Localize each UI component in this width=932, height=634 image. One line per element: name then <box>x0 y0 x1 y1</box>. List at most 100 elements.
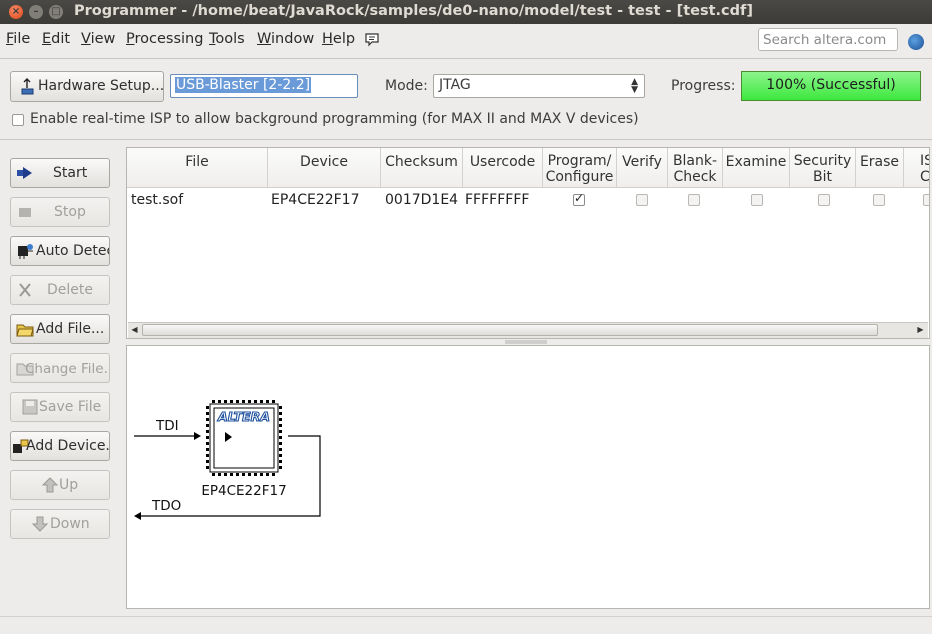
hardware-device-field[interactable]: USB-Blaster [2-2.2] <box>170 74 358 98</box>
down-arrow-icon <box>31 516 49 532</box>
security-bit-checkbox[interactable] <box>818 194 830 206</box>
start-button[interactable]: Start <box>10 158 110 188</box>
menu-edit-label: dit <box>51 31 71 47</box>
search-input[interactable] <box>763 32 893 48</box>
auto-detect-icon <box>18 244 33 259</box>
add-device-button[interactable]: Add Device... <box>10 431 110 461</box>
scroll-left-icon[interactable]: ◀ <box>128 324 141 336</box>
cell-file[interactable]: test.sof <box>131 192 183 208</box>
stop-icon <box>19 208 31 217</box>
column-header-security-bit[interactable]: Security Bit <box>790 148 856 188</box>
menu-tools[interactable]: Tools <box>209 31 245 47</box>
column-verify-label: Verify <box>622 154 662 170</box>
column-header-examine[interactable]: Examine <box>723 148 790 188</box>
chip-icon[interactable]: ALTERA <box>206 400 282 476</box>
menu-file[interactable]: File <box>6 31 30 47</box>
device-table: File Device Checksum Usercode Program/ C… <box>126 147 930 339</box>
progress-label: Progress: <box>671 78 736 94</box>
cell-usercode[interactable]: FFFFFFFF <box>465 192 529 208</box>
column-checksum-label: Checksum <box>385 154 458 170</box>
column-file-label: File <box>185 154 209 170</box>
scroll-right-icon[interactable]: ▶ <box>914 324 927 336</box>
erase-checkbox[interactable] <box>873 194 885 206</box>
progress-bar: 100% (Successful) <box>741 71 921 101</box>
start-label: Start <box>53 165 88 181</box>
add-file-button[interactable]: Add File... <box>10 314 110 344</box>
minimize-window-button[interactable]: – <box>29 5 43 19</box>
title-bar: × – □ Programmer - /home/beat/JavaRock/s… <box>0 0 932 24</box>
cell-checksum[interactable]: 0017D1E4 <box>385 192 458 208</box>
progress-text: 100% (Successful) <box>766 77 896 93</box>
menu-processing[interactable]: Processing <box>126 31 203 47</box>
add-file-label: Add File... <box>36 321 105 337</box>
verify-checkbox[interactable] <box>636 194 648 206</box>
up-button[interactable]: Up <box>10 470 110 500</box>
delete-label: Delete <box>47 282 93 298</box>
horizontal-scrollbar[interactable]: ◀ ▶ <box>128 322 928 338</box>
save-file-button[interactable]: Save File <box>10 392 110 422</box>
window-title: Programmer - /home/beat/JavaRock/samples… <box>74 3 753 19</box>
column-header-erase[interactable]: Erase <box>856 148 904 188</box>
column-header-verify[interactable]: Verify <box>617 148 668 188</box>
globe-icon[interactable] <box>908 34 924 50</box>
hardware-setup-label: Hardware Setup... <box>38 78 164 94</box>
menu-processing-label: rocessing <box>134 31 204 47</box>
column-header-device[interactable]: Device <box>268 148 381 188</box>
mode-value: JTAG <box>439 77 471 93</box>
help-topics-icon[interactable] <box>364 32 380 48</box>
column-header-isp-clamp[interactable]: ISP CLAMP <box>904 148 930 188</box>
menu-bar: File Edit View Processing Tools Window H… <box>0 24 932 56</box>
cell-device[interactable]: EP4CE22F17 <box>271 192 360 208</box>
column-isp-clamp-label: ISP CLAMP <box>920 153 930 185</box>
hardware-setup-button[interactable]: Hardware Setup... <box>10 71 164 102</box>
jtag-chain-diagram: ALTERA TDI TDO EP4CE22F17 <box>126 345 930 609</box>
column-header-file[interactable]: File <box>127 148 268 188</box>
column-header-usercode[interactable]: Usercode <box>463 148 543 188</box>
chip-name: EP4CE22F17 <box>201 483 286 499</box>
menu-window[interactable]: Window <box>257 31 314 47</box>
column-erase-label: Erase <box>859 154 900 170</box>
menu-view[interactable]: View <box>81 31 115 47</box>
examine-checkbox[interactable] <box>751 194 763 206</box>
change-file-button[interactable]: Change File... <box>10 353 110 383</box>
auto-detect-button[interactable]: Auto Detect <box>10 236 110 266</box>
menu-window-label: indow <box>271 31 315 47</box>
menu-file-label: ile <box>13 31 31 47</box>
column-header-program[interactable]: Program/ Configure <box>543 148 617 188</box>
menu-help-label: elp <box>332 31 356 47</box>
mode-label: Mode: <box>385 78 428 94</box>
delete-button[interactable]: Delete <box>10 275 110 305</box>
down-button[interactable]: Down <box>10 509 110 539</box>
updown-arrows-icon: ▲ ▼ <box>631 77 638 95</box>
blank-check-checkbox[interactable] <box>688 194 700 206</box>
mode-select[interactable]: JTAG ▲ ▼ <box>433 74 645 98</box>
column-blank-check-label: Blank- Check <box>672 153 718 185</box>
maximize-window-button[interactable]: □ <box>49 5 63 19</box>
stop-button[interactable]: Stop <box>10 197 110 227</box>
menu-view-label: iew <box>90 31 116 47</box>
auto-detect-label: Auto Detect <box>36 243 109 259</box>
column-security-bit-label: Security Bit <box>793 153 852 185</box>
tdi-label: TDI <box>155 418 179 434</box>
tdo-label: TDO <box>151 498 181 514</box>
close-window-button[interactable]: × <box>9 5 23 19</box>
splitter-handle[interactable] <box>505 340 547 344</box>
scrollbar-thumb[interactable] <box>142 324 878 336</box>
menu-edit[interactable]: Edit <box>42 31 70 47</box>
program-checkbox[interactable] <box>573 191 585 206</box>
column-header-checksum[interactable]: Checksum <box>381 148 463 188</box>
change-file-label: Change File... <box>25 361 110 377</box>
column-program-label: Program/ Configure <box>545 153 614 185</box>
isp-checkbox[interactable] <box>12 114 24 126</box>
save-file-icon <box>22 399 38 415</box>
column-device-label: Device <box>300 154 348 170</box>
isp-clamp-checkbox[interactable] <box>923 194 929 206</box>
isp-label: Enable real-time ISP to allow background… <box>30 111 639 127</box>
menu-help[interactable]: Help <box>322 31 355 47</box>
add-file-icon <box>16 324 34 337</box>
down-label: Down <box>50 516 90 532</box>
search-box[interactable] <box>758 28 898 51</box>
column-header-blank-check[interactable]: Blank- Check <box>668 148 723 188</box>
status-bar <box>0 616 932 634</box>
menu-tools-label: ools <box>215 31 245 47</box>
